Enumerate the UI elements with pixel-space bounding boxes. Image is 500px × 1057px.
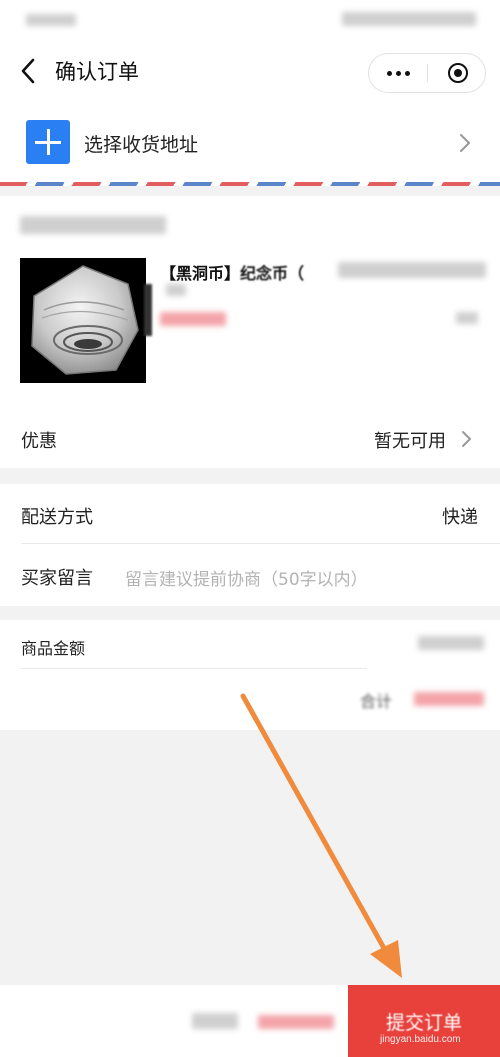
bottom-total-amount-blurred — [258, 1015, 334, 1029]
product-thumbnail[interactable] — [20, 258, 146, 383]
status-bar — [0, 0, 500, 36]
image-edge-mark — [144, 284, 152, 336]
product-title-blurred — [338, 262, 486, 278]
mini-program-capsule — [368, 53, 486, 93]
chevron-right-icon — [462, 431, 471, 447]
product-quantity-blurred — [456, 312, 478, 324]
buyer-message-row: 买家留言 留言建议提前协商（50字以内） — [0, 544, 500, 606]
target-close-icon[interactable] — [448, 63, 468, 83]
product-title[interactable]: 【黑洞币】纪念币（ — [160, 260, 304, 284]
watermark: jingyan.baidu.com — [380, 1034, 461, 1045]
order-item-card: 【黑洞币】纪念币（ — [0, 196, 500, 408]
product-price-blurred — [160, 312, 226, 326]
buyer-message-input[interactable]: 留言建议提前协商（50字以内） — [125, 565, 368, 590]
nav-bar: 确认订单 — [0, 36, 500, 108]
bottom-total-label-blurred — [192, 1013, 238, 1029]
submit-order-label: 提交订单 — [385, 1011, 462, 1034]
total-label: 合计 — [360, 692, 393, 711]
goods-amount-label: 商品金额 — [21, 639, 86, 658]
shop-name-blurred — [20, 216, 166, 234]
amount-divider — [21, 668, 367, 669]
bottom-bar: 提交订单 — [0, 985, 500, 1057]
discount-label: 优惠 — [21, 431, 57, 452]
chevron-right-icon — [460, 134, 470, 152]
total-amount-blurred — [414, 692, 484, 706]
status-bar-left-blurred — [26, 14, 76, 26]
select-address-row[interactable]: 选择收货地址 — [0, 108, 500, 182]
product-title-blurred-2 — [166, 284, 186, 296]
shipping-value: 快递 — [442, 507, 478, 528]
chevron-left-icon[interactable] — [16, 56, 40, 86]
discount-value: 暂无可用 — [374, 431, 446, 452]
coin-image — [31, 265, 139, 375]
discount-row[interactable]: 优惠 暂无可用 — [0, 408, 500, 468]
more-dots-icon[interactable] — [369, 54, 427, 92]
buyer-message-label: 买家留言 — [21, 568, 93, 589]
submit-order-button[interactable]: 提交订单 — [348, 985, 500, 1057]
plus-icon — [26, 120, 70, 164]
shipping-label: 配送方式 — [21, 507, 93, 528]
product-title-tail: 纪念币（ — [240, 264, 305, 283]
goods-amount-blurred — [418, 636, 484, 650]
amount-section: 商品金额 合计 — [0, 620, 500, 730]
page-title: 确认订单 — [55, 60, 139, 84]
status-bar-right-blurred — [342, 12, 476, 26]
shipping-row: 配送方式 快递 — [0, 484, 500, 544]
airmail-stripe-divider — [0, 182, 500, 186]
capsule-divider — [427, 64, 428, 82]
product-title-main: 【黑洞币】 — [160, 264, 241, 283]
select-address-label: 选择收货地址 — [84, 134, 199, 156]
